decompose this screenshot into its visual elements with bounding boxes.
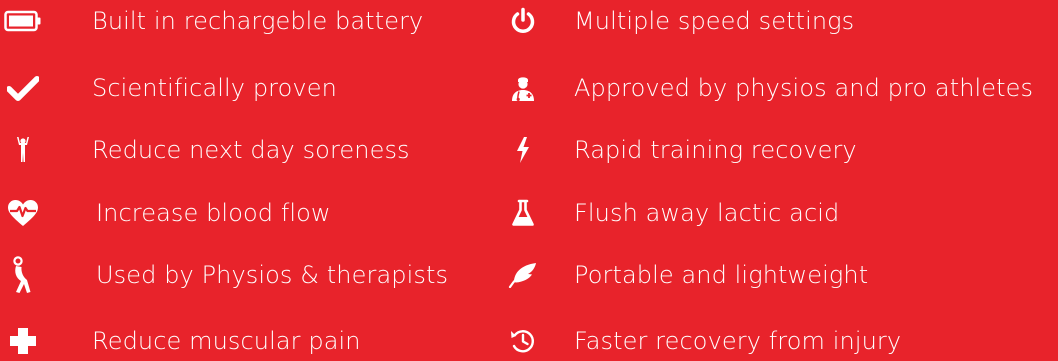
feature-label: Flush away lactic acid [574, 199, 840, 227]
feature-column-right: Multiple speed settings Approved by phys… [0, 0, 1058, 355]
feature-label: Approved by physios and pro athletes [574, 74, 1034, 102]
lightning-icon [516, 137, 530, 163]
feature-label: Multiple speed settings [574, 7, 855, 35]
history-icon [509, 327, 537, 355]
feature-label: Portable and lightweight [574, 261, 869, 289]
feature-label: Faster recovery from injury [574, 327, 902, 355]
feature-list: Built in rechargeble battery Scientifica… [0, 0, 1058, 355]
doctor-icon [509, 74, 537, 102]
flask-icon [511, 199, 535, 227]
feather-icon [508, 262, 538, 288]
feature-label: Rapid training recovery [574, 136, 857, 164]
power-icon [509, 7, 537, 35]
